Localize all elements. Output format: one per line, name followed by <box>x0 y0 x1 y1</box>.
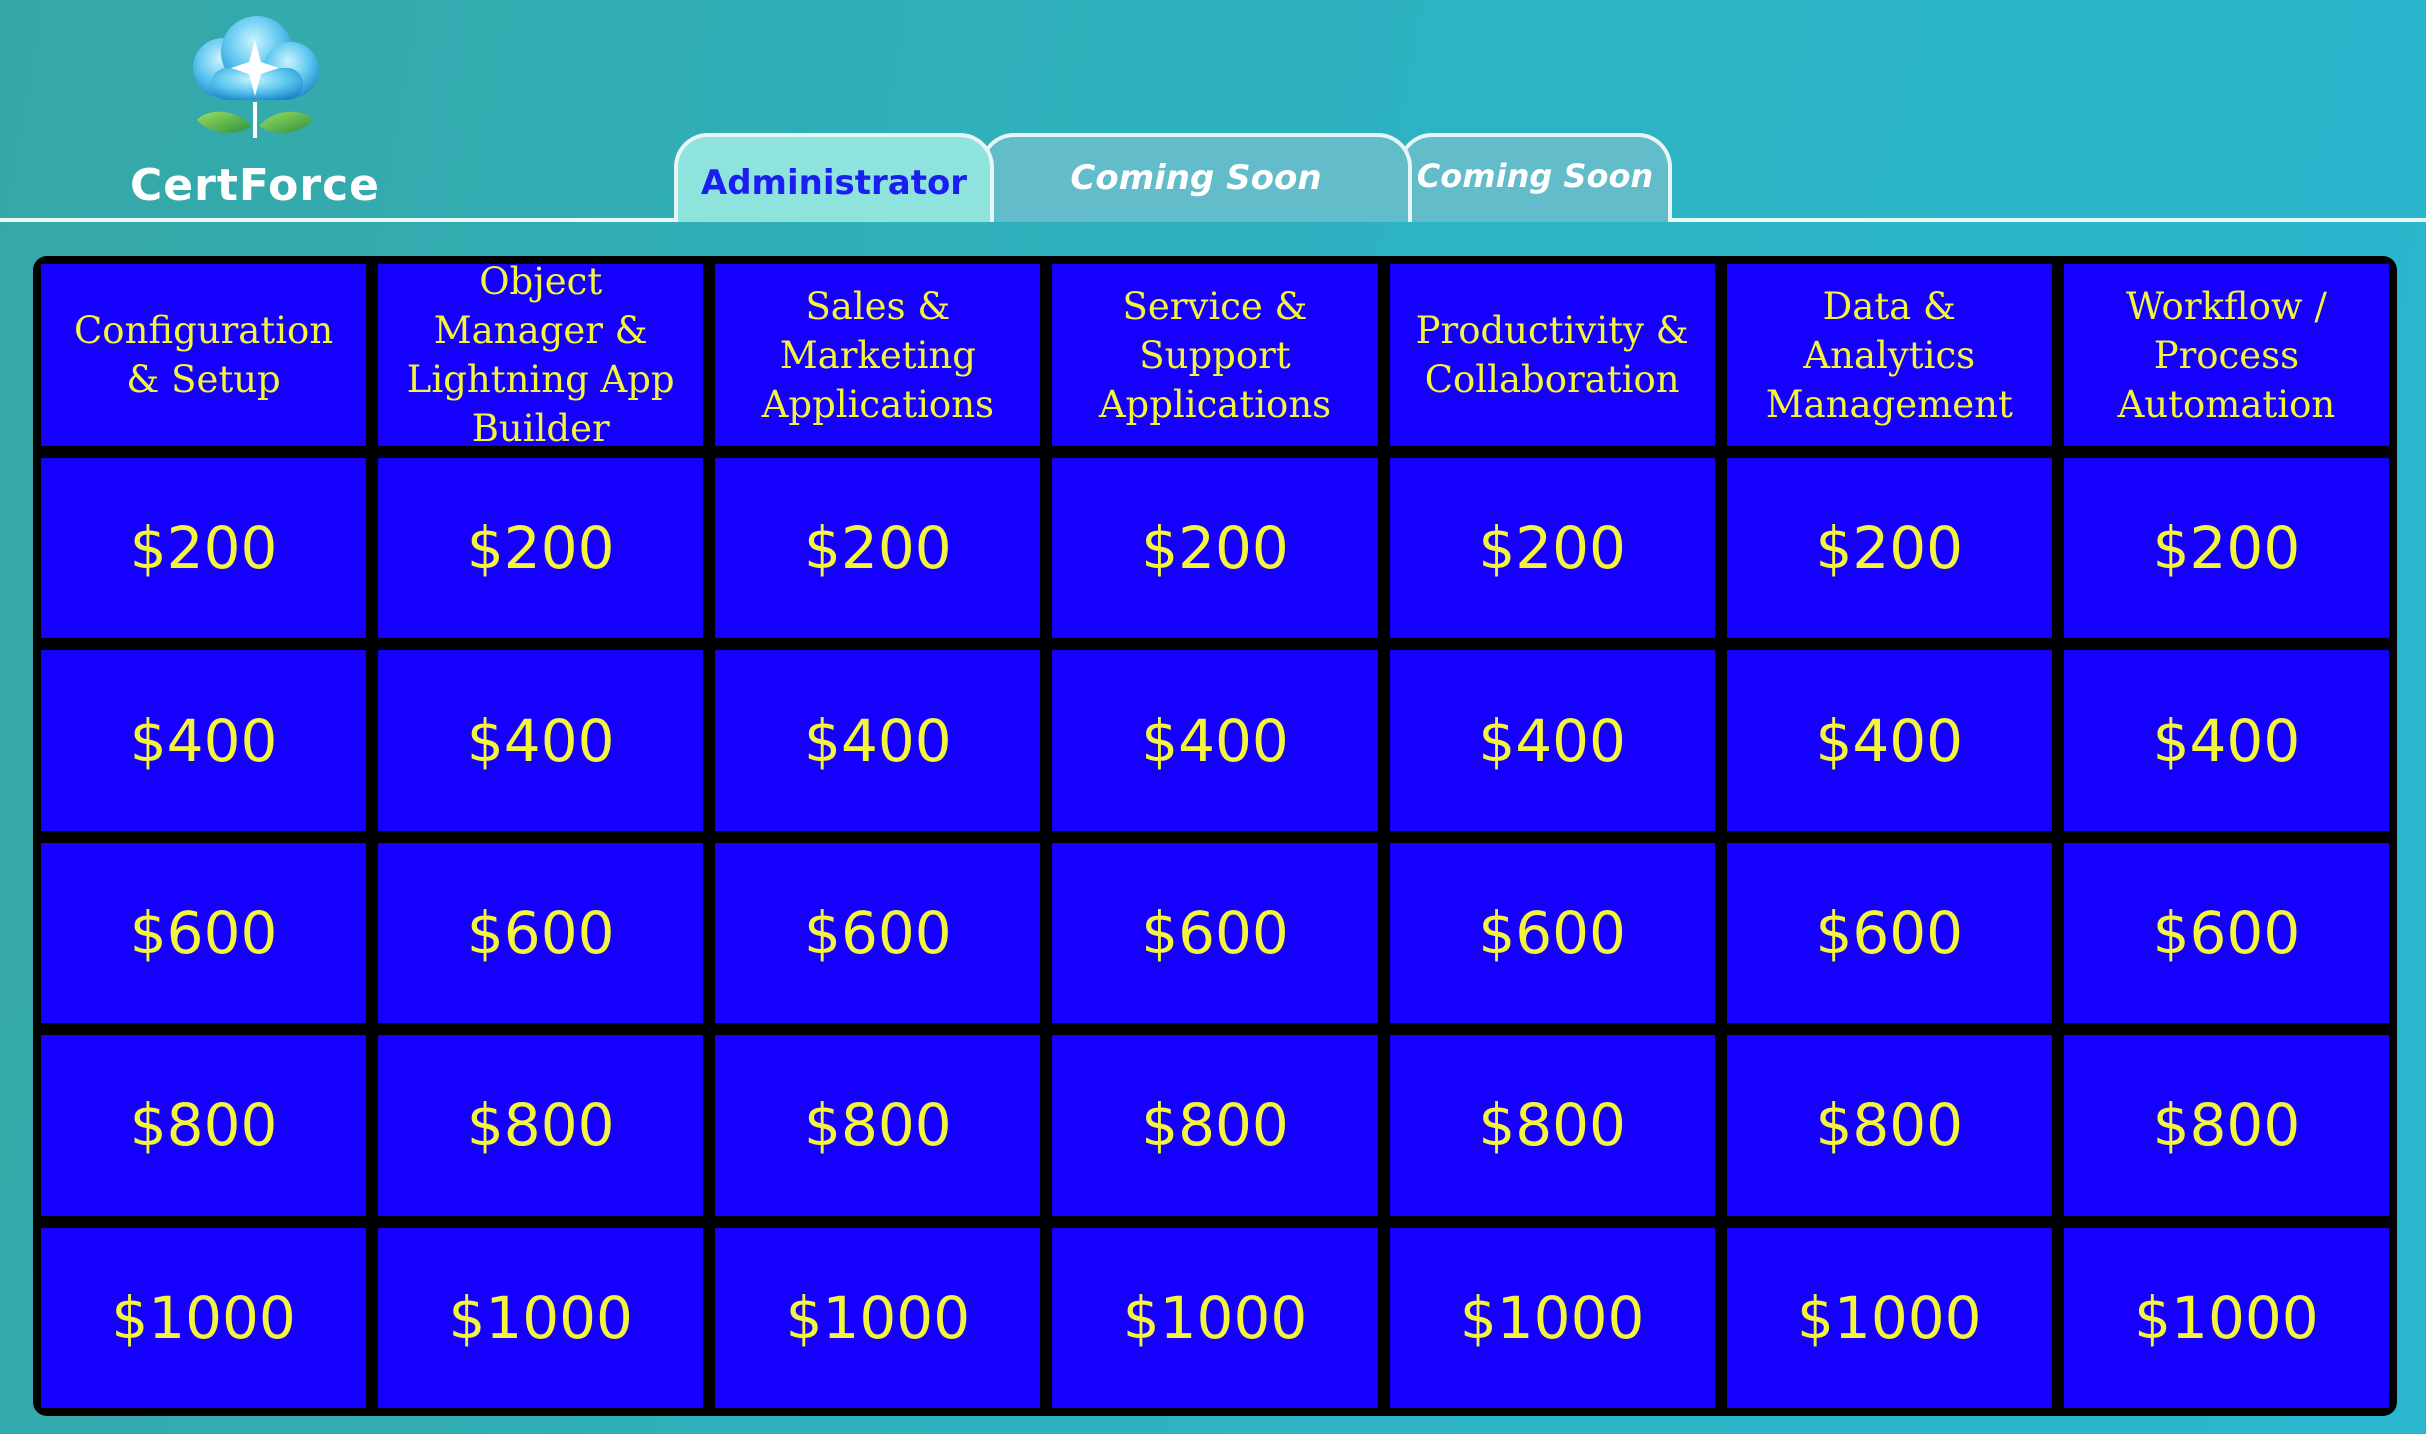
question-tile[interactable]: $600 <box>378 842 704 1024</box>
category-header: Workflow / Process Automation <box>2063 264 2389 446</box>
question-tile[interactable]: $1000 <box>715 1227 1041 1408</box>
tab-coming-soon-1[interactable]: Coming Soon <box>980 133 1412 222</box>
question-tile[interactable]: $800 <box>2063 1035 2389 1216</box>
question-tile[interactable]: $800 <box>1726 1035 2052 1216</box>
question-tile[interactable]: $600 <box>715 842 1041 1024</box>
question-tile[interactable]: $1000 <box>41 1227 367 1408</box>
header: CertForce Administrator Coming Soon Comi… <box>0 0 2426 222</box>
category-header: Data & Analytics Management <box>1726 264 2052 446</box>
question-tile[interactable]: $200 <box>378 458 704 639</box>
tab-administrator[interactable]: Administrator <box>674 133 994 222</box>
question-tile[interactable]: $400 <box>1389 650 1715 831</box>
question-tile[interactable]: $400 <box>1726 650 2052 831</box>
question-tile[interactable]: $600 <box>2063 842 2389 1024</box>
tab-coming-soon-2[interactable]: Coming Soon <box>1398 133 1672 222</box>
question-tile[interactable]: $1000 <box>1389 1227 1715 1408</box>
question-tile[interactable]: $400 <box>41 650 367 831</box>
question-tile[interactable]: $200 <box>41 458 367 639</box>
question-tile[interactable]: $200 <box>2063 458 2389 639</box>
question-tile[interactable]: $600 <box>41 842 367 1024</box>
question-tile[interactable]: $400 <box>1052 650 1378 831</box>
question-tile[interactable]: $800 <box>41 1035 367 1216</box>
question-tile[interactable]: $200 <box>715 458 1041 639</box>
category-header: Productivity & Collaboration <box>1389 264 1715 446</box>
game-board: Configuration & Setup Object Manager & L… <box>33 256 2397 1416</box>
question-tile[interactable]: $800 <box>715 1035 1041 1216</box>
question-tile[interactable]: $200 <box>1389 458 1715 639</box>
question-tile[interactable]: $1000 <box>1726 1227 2052 1408</box>
question-tile[interactable]: $200 <box>1052 458 1378 639</box>
question-tile[interactable]: $600 <box>1052 842 1378 1024</box>
tab-bar: Administrator Coming Soon Coming Soon <box>0 0 2426 222</box>
tab-label: Coming Soon <box>1416 156 1654 195</box>
tab-label: Administrator <box>700 162 968 203</box>
question-tile[interactable]: $1000 <box>2063 1227 2389 1408</box>
question-tile[interactable]: $400 <box>715 650 1041 831</box>
tab-label: Coming Soon <box>1070 157 1322 198</box>
category-header: Sales & Marketing Applications <box>715 264 1041 446</box>
question-tile[interactable]: $400 <box>378 650 704 831</box>
question-tile[interactable]: $800 <box>378 1035 704 1216</box>
question-tile[interactable]: $800 <box>1389 1035 1715 1216</box>
question-tile[interactable]: $800 <box>1052 1035 1378 1216</box>
question-tile[interactable]: $600 <box>1389 842 1715 1024</box>
question-tile[interactable]: $1000 <box>378 1227 704 1408</box>
question-tile[interactable]: $600 <box>1726 842 2052 1024</box>
category-header: Service & Support Applications <box>1052 264 1378 446</box>
question-tile[interactable]: $1000 <box>1052 1227 1378 1408</box>
question-tile[interactable]: $400 <box>2063 650 2389 831</box>
question-tile[interactable]: $200 <box>1726 458 2052 639</box>
category-header: Configuration & Setup <box>41 264 367 446</box>
category-header: Object Manager & Lightning App Builder <box>378 260 704 450</box>
